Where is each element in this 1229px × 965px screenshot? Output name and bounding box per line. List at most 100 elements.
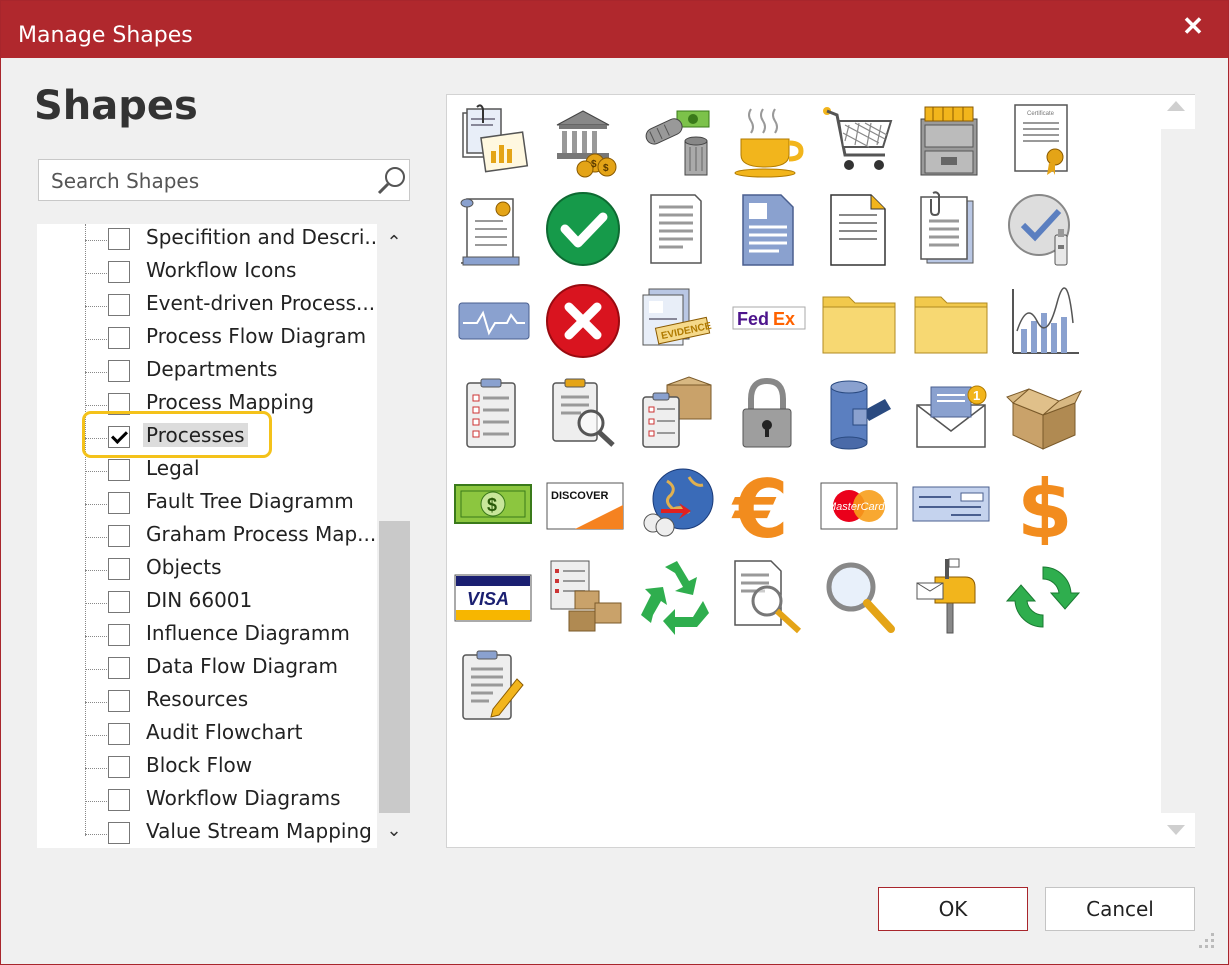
shape-tile[interactable]	[1003, 191, 1083, 271]
tree-item[interactable]: Process Mapping	[37, 389, 377, 422]
shape-tile[interactable]	[819, 191, 899, 271]
shape-tile[interactable]	[911, 101, 991, 181]
shape-tile[interactable]	[911, 283, 991, 363]
shape-tile[interactable]	[637, 191, 717, 271]
tree-item-label[interactable]: Audit Flowchart	[143, 720, 305, 744]
shape-tile[interactable]: MasterCard	[819, 465, 899, 545]
tree-item-checkbox[interactable]	[108, 558, 130, 580]
shape-tile[interactable]	[729, 375, 809, 455]
tree-item-checkbox[interactable]	[108, 426, 130, 448]
tree-item[interactable]: Value Stream Mapping	[37, 818, 377, 848]
tree-item-label[interactable]: Event-driven Process...	[143, 291, 377, 315]
shape-tile[interactable]: VISA	[453, 557, 533, 637]
shape-tile[interactable]: €	[729, 465, 809, 545]
scroll-down-icon[interactable]: ⌄	[384, 820, 404, 840]
gallery-scroll-down-icon[interactable]	[1167, 825, 1185, 835]
shape-tile[interactable]: $	[453, 465, 533, 545]
shape-tile[interactable]	[729, 101, 809, 181]
tree-item[interactable]: Legal	[37, 455, 377, 488]
tree-item-label[interactable]: Influence Diagramm	[143, 621, 353, 645]
shape-tile[interactable]: $	[1003, 465, 1083, 545]
tree-item-checkbox[interactable]	[108, 294, 130, 316]
shape-tile[interactable]	[545, 375, 625, 455]
shape-tile[interactable]	[453, 283, 533, 363]
ok-button[interactable]: OK	[878, 887, 1028, 931]
tree-item[interactable]: Event-driven Process...	[37, 290, 377, 323]
tree-item[interactable]: Audit Flowchart	[37, 719, 377, 752]
shape-tile[interactable]	[453, 375, 533, 455]
tree-item[interactable]: Workflow Diagrams	[37, 785, 377, 818]
resize-grip-icon[interactable]	[1199, 933, 1215, 949]
search-icon[interactable]	[375, 164, 409, 198]
tree-item-checkbox[interactable]	[108, 624, 130, 646]
tree-item-checkbox[interactable]	[108, 822, 130, 844]
search-input[interactable]	[49, 166, 373, 196]
tree-item[interactable]: Block Flow	[37, 752, 377, 785]
tree-item-label[interactable]: Block Flow	[143, 753, 255, 777]
tree-scrollbar[interactable]: ⌃ ⌄	[379, 224, 410, 848]
shape-tile[interactable]	[637, 375, 717, 455]
tree-item-checkbox[interactable]	[108, 723, 130, 745]
shape-tile[interactable]: $ $	[545, 101, 625, 181]
tree-item-label[interactable]: Legal	[143, 456, 203, 480]
shape-tile[interactable]	[637, 101, 717, 181]
tree-item-checkbox[interactable]	[108, 492, 130, 514]
shape-tile[interactable]	[911, 191, 991, 271]
tree-item-label[interactable]: Departments	[143, 357, 280, 381]
shape-tile[interactable]	[545, 557, 625, 637]
tree-item-checkbox[interactable]	[108, 591, 130, 613]
tree-item[interactable]: Data Flow Diagram	[37, 653, 377, 686]
tree-item[interactable]: Specifition and Descri...	[37, 224, 377, 257]
shape-tile[interactable]	[819, 283, 899, 363]
tree-item-label[interactable]: Objects	[143, 555, 225, 579]
tree-item[interactable]: Objects	[37, 554, 377, 587]
tree-item-checkbox[interactable]	[108, 360, 130, 382]
tree-item-label[interactable]: Graham Process Map...	[143, 522, 377, 546]
tree-item-label[interactable]: DIN 66001	[143, 588, 255, 612]
tree-item-checkbox[interactable]	[108, 690, 130, 712]
tree-item[interactable]: Resources	[37, 686, 377, 719]
shape-tile[interactable]	[453, 647, 533, 727]
tree-item-label[interactable]: Workflow Diagrams	[143, 786, 343, 810]
shape-tile[interactable]	[545, 283, 625, 363]
close-icon[interactable]: ✕	[1178, 11, 1208, 41]
tree-item-checkbox[interactable]	[108, 327, 130, 349]
tree-item-checkbox[interactable]	[108, 525, 130, 547]
shape-tile[interactable]	[819, 557, 899, 637]
shape-tile[interactable]	[729, 557, 809, 637]
tree-item-label[interactable]: Fault Tree Diagramm	[143, 489, 357, 513]
tree-item-label[interactable]: Process Mapping	[143, 390, 317, 414]
gallery-scroll-track[interactable]	[1161, 129, 1195, 813]
shape-tile[interactable]: 1	[911, 375, 991, 455]
shape-tile[interactable]	[453, 101, 533, 181]
cancel-button[interactable]: Cancel	[1045, 887, 1195, 931]
shape-tile[interactable]	[911, 557, 991, 637]
shape-tile[interactable]	[1003, 557, 1083, 637]
tree-item[interactable]: Process Flow Diagram	[37, 323, 377, 356]
tree-item[interactable]: Departments	[37, 356, 377, 389]
shape-tile[interactable]: Certificate	[1003, 101, 1083, 181]
shape-tile[interactable]	[819, 375, 899, 455]
shape-tile[interactable]	[545, 191, 625, 271]
scroll-thumb[interactable]	[379, 521, 410, 813]
tree-item[interactable]: Workflow Icons	[37, 257, 377, 290]
shape-tile[interactable]: DISCOVER	[545, 465, 625, 545]
tree-item-checkbox[interactable]	[108, 756, 130, 778]
tree-item[interactable]: Processes	[37, 422, 377, 455]
tree-item[interactable]: Fault Tree Diagramm	[37, 488, 377, 521]
tree-item-label[interactable]: Resources	[143, 687, 251, 711]
tree-item-label[interactable]: Value Stream Mapping	[143, 819, 375, 843]
tree-item[interactable]: DIN 66001	[37, 587, 377, 620]
tree-item-label[interactable]: Workflow Icons	[143, 258, 299, 282]
shape-tile[interactable]: Fed Ex	[729, 283, 809, 363]
tree-item[interactable]: Influence Diagramm	[37, 620, 377, 653]
tree-item-label[interactable]: Data Flow Diagram	[143, 654, 341, 678]
shape-tile[interactable]	[819, 101, 899, 181]
tree-item-checkbox[interactable]	[108, 393, 130, 415]
tree-item-checkbox[interactable]	[108, 789, 130, 811]
tree-item-label[interactable]: Specifition and Descri...	[143, 225, 377, 249]
shape-tile[interactable]	[637, 465, 717, 545]
tree-item-checkbox[interactable]	[108, 261, 130, 283]
scroll-up-icon[interactable]: ⌃	[384, 232, 404, 252]
gallery-scroll-up-icon[interactable]	[1167, 101, 1185, 111]
